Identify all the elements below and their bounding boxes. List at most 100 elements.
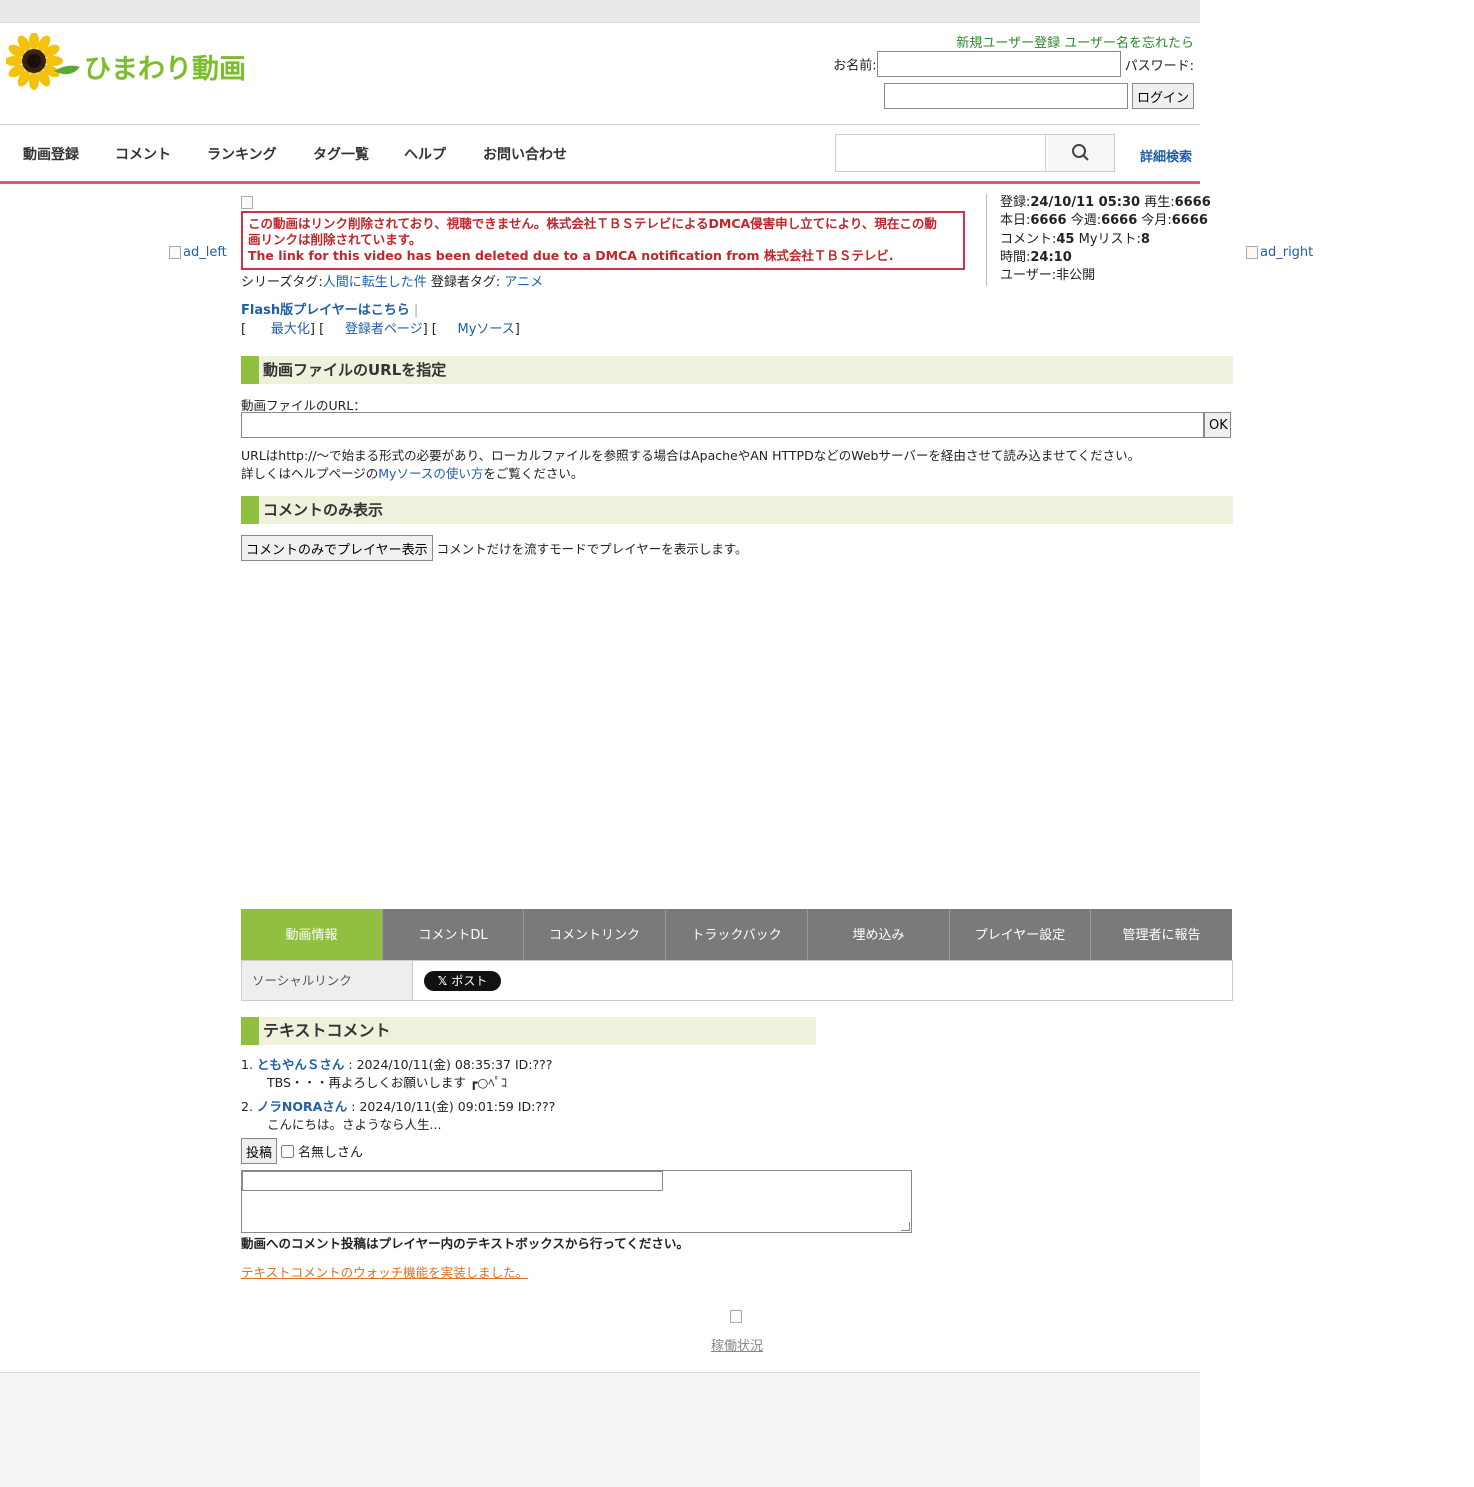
post-comment-button[interactable]: 投稿 — [241, 1138, 278, 1164]
url-section-heading: 動画ファイルのURLを指定 — [241, 356, 1233, 384]
help-pre: 詳しくはヘルプページの — [241, 466, 379, 481]
anonymous-label: 名無しさん — [298, 1145, 364, 1161]
status-image — [730, 1309, 744, 1324]
sub-links: [ 最大化] [ 登録者ページ] [ Myソース] — [241, 322, 520, 337]
search-button[interactable] — [1048, 135, 1114, 171]
site-logo[interactable]: ひまわり動画 — [5, 32, 256, 91]
watch-feature-link[interactable]: テキストコメントのウォッチ機能を実装しました。 — [241, 1262, 528, 1281]
forgot-username-link[interactable]: ユーザー名を忘れたら — [1064, 36, 1194, 51]
week-value: 6666 — [1101, 213, 1138, 229]
duration-label: 時間: — [1000, 249, 1031, 265]
notice-line-2: 画リンクは削除されています。 — [248, 232, 422, 247]
x-logo-icon: 𝕏 — [437, 974, 452, 988]
list-item: 1. ともやんＳさん : 2024/10/11(金) 08:35:37 ID:?… — [241, 1056, 552, 1092]
login-button[interactable]: ログイン — [1131, 83, 1194, 109]
url-ok-button[interactable]: OK — [1204, 412, 1231, 438]
tab-comment-link[interactable]: コメントリンク — [524, 909, 666, 960]
series-tag-link[interactable]: 人間に転生した件 — [323, 275, 427, 290]
video-url-input[interactable] — [241, 412, 1204, 438]
registered-label: 登録: — [1000, 195, 1031, 210]
post-button-label: ポスト — [451, 974, 488, 988]
ad-left[interactable]: ad_left — [169, 245, 227, 260]
notice-line-3: The link for this video has been deleted… — [248, 248, 894, 263]
broken-image-icon — [1246, 246, 1258, 259]
search-input[interactable] — [836, 135, 1046, 171]
tab-embed[interactable]: 埋め込み — [808, 909, 950, 960]
comment-only-heading: コメントのみ表示 — [241, 496, 1233, 524]
comment-only-button[interactable]: コメントのみでプレイヤー表示 — [241, 535, 433, 561]
today-label: 本日: — [1000, 213, 1031, 229]
series-tag-label: シリーズタグ: — [241, 275, 323, 290]
comment-meta: : 2024/10/11(金) 09:01:59 ID:??? — [347, 1099, 556, 1114]
month-value: 6666 — [1171, 213, 1208, 229]
comment-post-row: 投稿 名無しさん — [241, 1138, 363, 1164]
x-post-button[interactable]: 𝕏 ポスト — [424, 971, 501, 991]
registered-value: 24/10/11 05:30 — [1030, 195, 1141, 210]
comment-only-row: コメントのみでプレイヤー表示 コメントだけを流すモードでプレイヤーを表示します。 — [241, 535, 747, 561]
resize-handle-icon[interactable] — [901, 1222, 910, 1231]
register-link[interactable]: 新規ユーザー登録 — [956, 36, 1060, 51]
notice-line-1: この動画はリンク削除されており、視聴できません。株式会社ＴＢＳテレビによるDMC… — [248, 216, 937, 231]
comment-note: 動画へのコメント投稿はプレイヤー内のテキストボックスから行ってください。 — [241, 1236, 689, 1251]
plays-label: 再生: — [1140, 195, 1175, 210]
maximize-link[interactable]: 最大化 — [271, 322, 310, 337]
comment-author[interactable]: ともやんＳさん — [257, 1057, 345, 1072]
search-box — [835, 134, 1115, 172]
user-label: ユーザー: — [1000, 268, 1057, 284]
video-stats: 登録:24/10/11 05:30 再生:6666 本日:6666 今週:666… — [986, 194, 1211, 286]
comment-body: TBS・・・再よろしくお願いします ┏○ﾍﾟｺ — [267, 1075, 508, 1090]
today-value: 6666 — [1030, 213, 1067, 229]
password-input[interactable] — [883, 83, 1128, 109]
nav-comment[interactable]: コメント — [115, 144, 171, 164]
search-icon — [1072, 144, 1089, 161]
comment-name-input[interactable] — [242, 1171, 663, 1191]
nav-ranking[interactable]: ランキング — [207, 144, 277, 164]
month-label: 今月: — [1137, 213, 1172, 229]
comment-number: 2. — [241, 1099, 253, 1114]
mylist-value: 8 — [1140, 231, 1150, 247]
page-footer — [0, 1372, 1200, 1487]
nav-tag-list[interactable]: タグ一覧 — [313, 144, 369, 164]
comment-textarea[interactable] — [241, 1170, 912, 1233]
help-post: をご覧ください。 — [483, 466, 584, 481]
tab-trackback[interactable]: トラックバック — [666, 909, 808, 960]
list-item: 2. ノラNORAさん : 2024/10/11(金) 09:01:59 ID:… — [241, 1098, 555, 1134]
username-input[interactable] — [876, 51, 1121, 77]
plays-value: 6666 — [1174, 195, 1211, 210]
ad-right-alt: ad_right — [1260, 245, 1314, 260]
comment-author[interactable]: ノラNORAさん — [257, 1099, 347, 1114]
mysource-help-link[interactable]: Myソースの使い方 — [378, 466, 483, 481]
nav-contact[interactable]: お問い合わせ — [483, 144, 567, 164]
flash-player-row: Flash版プレイヤーはこちら | — [241, 299, 418, 318]
dmca-notice: この動画はリンク削除されており、視聴できません。株式会社ＴＢＳテレビによるDMC… — [241, 211, 965, 270]
service-status-link[interactable]: 稼働状況 — [711, 1335, 763, 1354]
advanced-search-link[interactable]: 詳細検索 — [1140, 146, 1192, 165]
comment-only-desc: コメントだけを流すモードでプレイヤーを表示します。 — [432, 541, 748, 557]
ad-left-alt: ad_left — [183, 245, 227, 260]
comment-body: こんにちは。さようなら人生... — [267, 1117, 442, 1132]
owner-page-link[interactable]: 登録者ページ — [345, 322, 423, 337]
comment-number: 1. — [241, 1057, 253, 1072]
tab-comment-dl[interactable]: コメントDL — [383, 909, 524, 960]
nav-help[interactable]: ヘルプ — [404, 144, 446, 164]
info-tabs: 動画情報 コメントDL コメントリンク トラックバック 埋め込み プレイヤー設定… — [241, 909, 1232, 960]
flash-player-link[interactable]: Flash版プレイヤーはこちら — [241, 303, 410, 318]
logo-text: ひまわり動画 — [84, 54, 246, 85]
login-row-2: ログイン — [883, 83, 1194, 109]
mysource-link[interactable]: Myソース — [458, 322, 515, 337]
user-value: 非公開 — [1056, 268, 1096, 284]
comments-label: コメント: — [1000, 231, 1057, 247]
url-help-line: 詳しくはヘルプページのMyソースの使い方をご覧ください。 — [241, 463, 583, 482]
duration-value: 24:10 — [1030, 249, 1072, 265]
nav-video-register[interactable]: 動画登録 — [23, 144, 79, 164]
main-nav: 動画登録 コメント ランキング タグ一覧 ヘルプ お問い合わせ 詳細検索 — [0, 125, 1200, 184]
tab-report-admin[interactable]: 管理者に報告 — [1091, 909, 1232, 960]
tab-video-info[interactable]: 動画情報 — [241, 909, 383, 960]
url-description: URLはhttp://〜で始まる形式の必要があり、ローカルファイルを参照する場合… — [241, 448, 1141, 463]
ad-right[interactable]: ad_right — [1246, 245, 1313, 260]
anonymous-checkbox[interactable] — [281, 1144, 295, 1158]
owner-tag-link[interactable]: アニメ — [504, 275, 543, 290]
name-label: お名前: — [833, 58, 877, 74]
password-label: パスワード: — [1124, 58, 1194, 74]
tab-player-settings[interactable]: プレイヤー設定 — [950, 909, 1091, 960]
